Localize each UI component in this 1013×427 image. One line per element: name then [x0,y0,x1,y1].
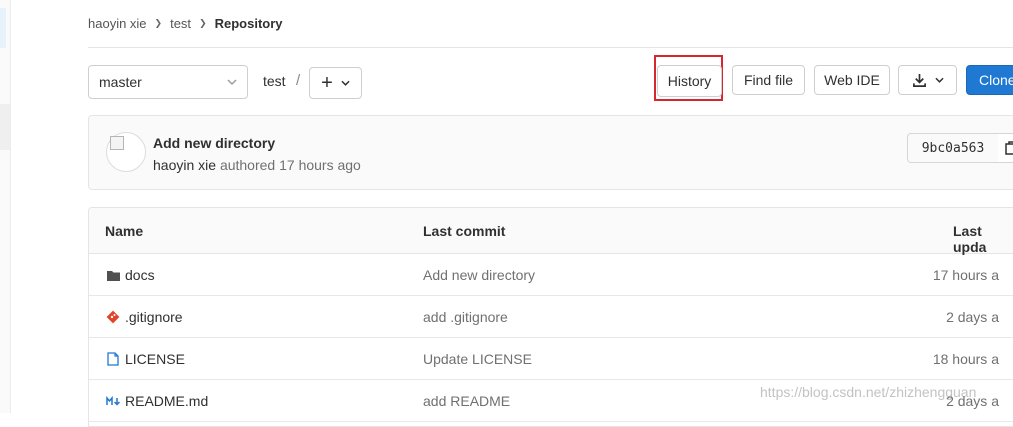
file-icon [105,351,121,367]
header-last-commit: Last commit [423,223,506,239]
commit-message[interactable]: add .gitignore [423,309,508,325]
clone-button[interactable]: Clone [966,65,1013,95]
table-row[interactable]: docs Add new directory 17 hours a [89,254,1013,296]
chevron-down-icon [341,80,350,86]
chevron-down-icon [934,77,944,83]
sidebar-edge [0,0,11,413]
find-file-button[interactable]: Find file [732,65,805,95]
sidebar-item[interactable] [0,104,10,150]
commit-sha[interactable]: 9bc0a563 [907,133,999,163]
header-last-update: Last upda [953,223,987,255]
branch-select[interactable]: master [88,65,248,99]
table-row[interactable]: LICENSE Update LICENSE 18 hours a [89,338,1013,380]
plus-icon: + [321,72,333,94]
file-name[interactable]: LICENSE [125,351,185,367]
table-header: Name Last commit Last upda [89,208,1013,255]
commit-message[interactable]: Update LICENSE [423,351,532,367]
file-name-cell[interactable]: README.md [105,393,208,409]
watermark-text: https://blog.csdn.net/zhizhengguan [760,384,977,400]
copy-icon [1005,141,1013,155]
sidebar-active-indicator [0,8,6,48]
last-commit-panel: Add new directory haoyin xie authored 17… [88,115,1013,190]
chevron-right-icon: ❯ [154,18,163,28]
commit-author[interactable]: haoyin xie [153,157,216,173]
header-name: Name [105,223,144,239]
file-name[interactable]: README.md [125,393,208,409]
chevron-down-icon [227,79,237,85]
copy-sha-button[interactable] [998,133,1013,163]
file-name[interactable]: .gitignore [125,309,183,325]
breadcrumb-project[interactable]: test [170,16,191,31]
breadcrumb-current[interactable]: Repository [215,16,283,31]
add-to-tree-dropdown[interactable]: + [309,67,362,99]
chevron-right-icon: ❯ [199,18,207,28]
commit-message[interactable]: add README [423,393,510,409]
git-icon [105,309,121,325]
commit-meta: haoyin xie authored 17 hours ago [153,157,361,173]
file-name-cell[interactable]: docs [105,267,155,283]
table-row[interactable]: .gitignore add .gitignore 2 days a [89,296,1013,338]
broken-image-icon [110,136,124,150]
download-icon [912,73,926,87]
folder-icon [105,267,121,283]
branch-name: master [99,74,142,90]
commit-authored-label: authored [219,157,276,173]
avatar[interactable] [106,132,146,172]
file-name-cell[interactable]: LICENSE [105,351,185,367]
path-separator: / [296,72,301,89]
last-update: 18 hours a [932,351,999,367]
download-dropdown[interactable] [898,65,957,95]
commit-title[interactable]: Add new directory [153,135,275,151]
file-name-cell[interactable]: .gitignore [105,309,183,325]
path-root-link[interactable]: test [263,73,286,89]
last-update: 17 hours a [932,267,999,283]
last-update: 2 days a [946,309,999,325]
markdown-icon [105,393,121,409]
breadcrumb: haoyin xie ❯ test ❯ Repository [88,0,1013,48]
breadcrumb-user[interactable]: haoyin xie [88,16,147,31]
web-ide-button[interactable]: Web IDE [814,65,890,95]
file-name[interactable]: docs [125,267,155,283]
history-button[interactable]: History [657,65,722,97]
commit-time: 17 hours ago [279,157,361,173]
commit-message[interactable]: Add new directory [423,267,535,283]
